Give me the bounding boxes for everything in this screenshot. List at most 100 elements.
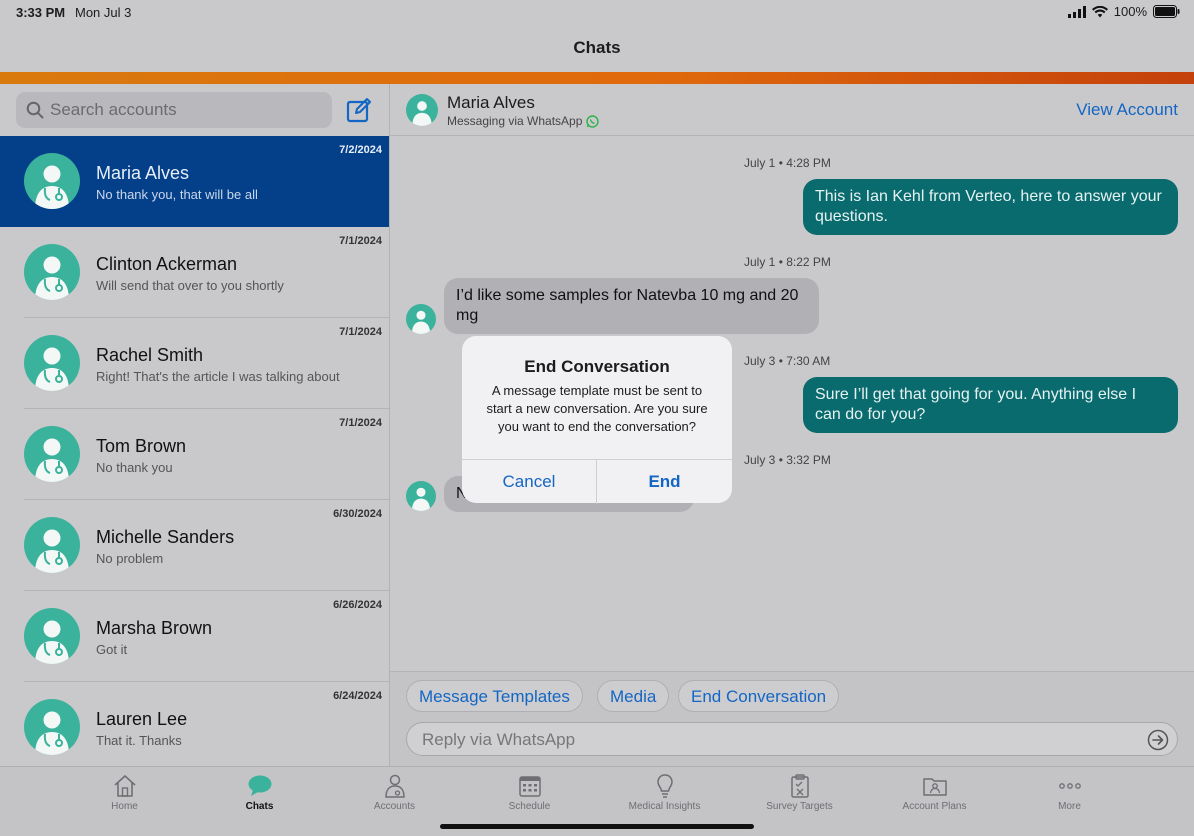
conversation-contact-name: Maria Alves: [447, 93, 535, 112]
chat-date: 7/1/2024: [339, 417, 382, 429]
tab-chats[interactable]: Chats: [192, 773, 327, 812]
tab-more[interactable]: More: [1002, 773, 1137, 812]
chat-list-item[interactable]: Tom Brown No thank you 7/1/2024: [0, 409, 389, 500]
tab-bar: Home Chats Accounts Schedule Medical Ins…: [0, 766, 1194, 836]
tab-label: Medical Insights: [628, 801, 701, 812]
tab-schedule[interactable]: Schedule: [462, 773, 597, 812]
chat-list-item[interactable]: Lauren Lee That it. Thanks 6/24/2024: [0, 682, 389, 766]
conversation-subtitle: Messaging via WhatsApp: [447, 114, 583, 128]
composer: Message Templates Media End Conversation: [390, 671, 1194, 766]
chat-list-item[interactable]: Clinton Ackerman Will send that over to …: [0, 227, 389, 318]
chat-preview: Got it: [96, 642, 128, 657]
media-button[interactable]: Media: [597, 680, 670, 712]
tab-accounts[interactable]: Accounts: [327, 773, 462, 812]
chat-date: 6/26/2024: [333, 599, 382, 611]
lightbulb-icon: [656, 774, 673, 798]
cancel-button[interactable]: Cancel: [462, 460, 597, 504]
chat-preview: No thank you, that will be all: [96, 187, 258, 202]
chat-preview: No problem: [96, 551, 164, 566]
timestamp-day: July 1: [744, 255, 776, 269]
timestamp-day: July 3: [744, 354, 776, 368]
chat-list-item[interactable]: Maria Alves No thank you, that will be a…: [0, 136, 389, 227]
wifi-icon: [1091, 5, 1108, 17]
more-dots-icon: [1058, 783, 1081, 789]
whatsapp-icon: [586, 114, 600, 128]
doctor-avatar-icon: [412, 101, 432, 126]
timestamp-time: 8:22 PM: [786, 255, 831, 269]
avatar: [24, 608, 80, 664]
outgoing-message-bubble[interactable]: This is Ian Kehl from Verteo, here to an…: [803, 179, 1178, 235]
calendar-icon: [518, 776, 541, 797]
search-bar[interactable]: [16, 92, 332, 128]
tab-home[interactable]: Home: [57, 773, 192, 812]
chat-list-item[interactable]: Michelle Sanders No problem 6/30/2024: [0, 500, 389, 591]
doctor-avatar-icon: [35, 347, 69, 391]
chat-preview: That it. Thanks: [96, 733, 182, 748]
tab-label: Chats: [245, 801, 274, 812]
doctor-avatar-icon: [35, 256, 69, 300]
page-title: Chats: [573, 38, 621, 57]
timestamp-day: July 3: [744, 453, 776, 467]
chat-date: 6/30/2024: [333, 508, 382, 520]
chat-date: 7/1/2024: [339, 235, 382, 247]
chat-list-item[interactable]: Rachel Smith Right! That's the article I…: [0, 318, 389, 409]
doctor-avatar-icon: [35, 620, 69, 664]
outgoing-message-bubble[interactable]: Sure I’ll get that going for you. Anythi…: [803, 377, 1178, 433]
tab-label: Home: [111, 801, 138, 812]
search-icon: [26, 101, 44, 119]
search-input[interactable]: [50, 100, 320, 120]
accounts-icon: [384, 774, 405, 798]
end-conversation-button[interactable]: End Conversation: [678, 680, 840, 712]
chat-date: 7/2/2024: [339, 144, 382, 156]
dialog-message: A message template must be sent to start…: [486, 383, 708, 434]
dialog-title: End Conversation: [524, 357, 670, 376]
chat-name: Marsha Brown: [96, 618, 213, 638]
cellular-signal-icon: [1067, 5, 1086, 18]
chat-preview: Right! That's the article I was talking …: [96, 369, 340, 384]
folder-icon: [922, 778, 947, 796]
avatar: [406, 94, 438, 126]
doctor-avatar-icon: [35, 165, 69, 209]
tab-survey-targets[interactable]: Survey Targets: [732, 773, 867, 812]
avatar: [24, 699, 80, 755]
home-indicator[interactable]: [440, 824, 754, 829]
timestamp-day: July 1: [744, 156, 776, 170]
avatar: [24, 426, 80, 482]
status-indicators: 100%: [1067, 4, 1180, 19]
doctor-avatar-icon: [411, 310, 431, 334]
tab-account-plans[interactable]: Account Plans: [867, 773, 1002, 812]
chat-name: Michelle Sanders: [96, 527, 235, 547]
chat-bubble-icon: [248, 775, 271, 796]
clipboard-icon: [790, 774, 809, 798]
chat-date: 6/24/2024: [333, 690, 382, 702]
tab-medical-insights[interactable]: Medical Insights: [597, 773, 732, 812]
tab-label: Accounts: [373, 801, 416, 812]
status-time: 3:33 PM: [16, 5, 66, 20]
chat-list: Maria Alves No thank you, that will be a…: [0, 136, 389, 766]
end-button[interactable]: End: [597, 460, 732, 504]
message-timestamp: July 1 • 8:22 PM: [744, 255, 831, 269]
view-account-link[interactable]: View Account: [1076, 100, 1178, 120]
battery-percent: 100%: [1113, 4, 1147, 19]
chat-date: 7/1/2024: [339, 326, 382, 338]
compose-icon[interactable]: [346, 97, 372, 123]
message-templates-button[interactable]: Message Templates: [406, 680, 583, 712]
avatar: [24, 517, 80, 573]
send-arrow-icon[interactable]: [1147, 729, 1169, 751]
timestamp-time: 7:30 AM: [786, 354, 831, 368]
avatar: [24, 153, 80, 209]
doctor-avatar-icon: [35, 438, 69, 482]
chat-list-panel: Maria Alves No thank you, that will be a…: [0, 84, 390, 766]
avatar: [406, 481, 436, 511]
chat-preview: Will send that over to you shortly: [96, 278, 284, 293]
chat-name: Tom Brown: [96, 436, 187, 456]
incoming-message-bubble[interactable]: I’d like some samples for Natevba 10 mg …: [444, 278, 819, 334]
tab-label: Survey Targets: [766, 801, 833, 812]
chat-list-item[interactable]: Marsha Brown Got it 6/26/2024: [0, 591, 389, 682]
chat-preview: No thank you: [96, 460, 173, 475]
reply-input[interactable]: [422, 730, 1122, 750]
chat-name: Maria Alves: [96, 163, 190, 183]
reply-field[interactable]: [406, 722, 1178, 756]
chat-name: Clinton Ackerman: [96, 254, 238, 274]
doctor-avatar-icon: [35, 711, 69, 755]
